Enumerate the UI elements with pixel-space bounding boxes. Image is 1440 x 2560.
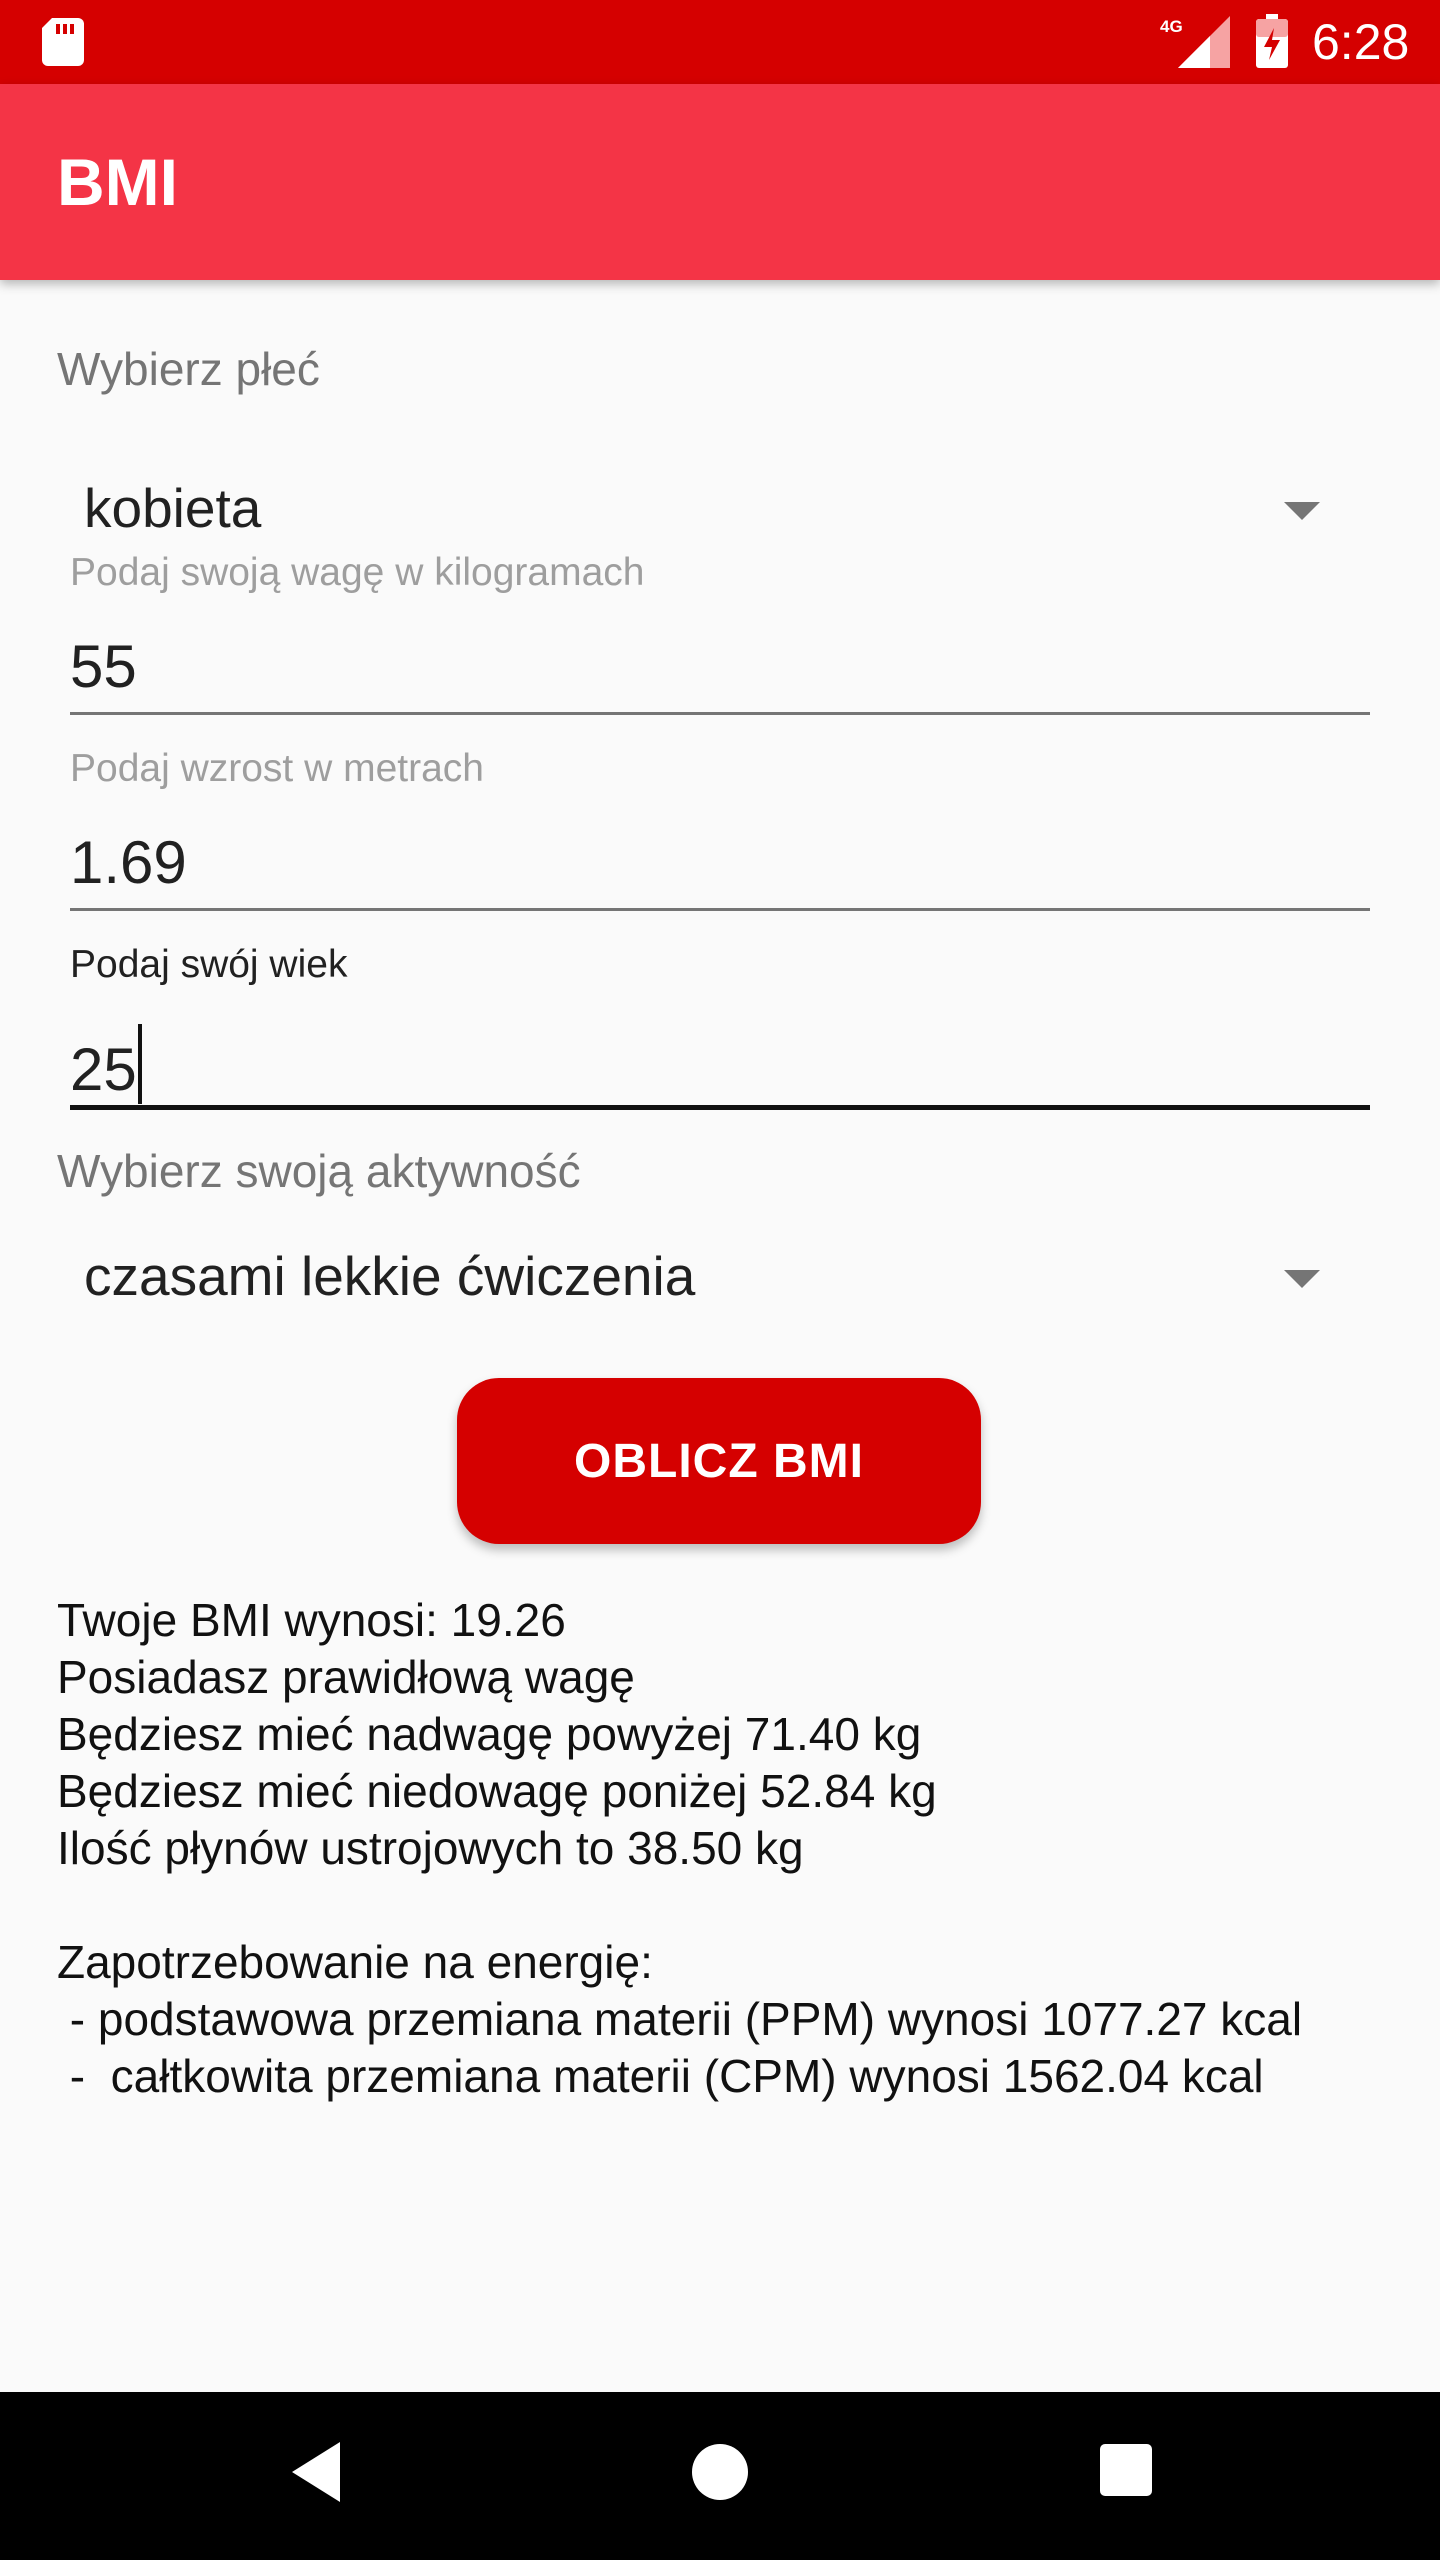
result-line: Będziesz mieć nadwagę powyżej 71.40 kg: [57, 1708, 922, 1760]
result-line: - całtkowita przemiana materii (CPM) wyn…: [57, 2050, 1264, 2102]
result-line: Zapotrzebowanie na energię:: [57, 1936, 653, 1988]
status-bar: 4G 6:28: [0, 0, 1440, 84]
height-label: Podaj wzrost w metrach: [70, 747, 484, 790]
age-field: Podaj swój wiek 25: [70, 942, 1370, 1112]
age-underline: [70, 1105, 1370, 1110]
height-field: Podaj wzrost w metrach 1.69: [70, 746, 1370, 916]
sd-card-icon: [42, 18, 84, 66]
activity-label: Wybierz swoją aktywność: [57, 1145, 581, 1197]
dropdown-arrow-icon: [1284, 1270, 1320, 1288]
weight-field: Podaj swoją wagę w kilogramach 55: [70, 550, 1370, 720]
home-icon[interactable]: [692, 2444, 748, 2500]
clock: 6:28: [1312, 14, 1410, 70]
recents-icon[interactable]: [1100, 2444, 1152, 2496]
result-line: Posiadasz prawidłową wagę: [57, 1651, 635, 1703]
activity-spinner[interactable]: czasami lekkie ćwiczenia: [57, 1230, 1347, 1320]
weight-input[interactable]: 55: [70, 632, 1370, 702]
network-label: 4G: [1160, 17, 1183, 36]
gender-value: kobieta: [84, 477, 262, 539]
text-cursor: [137, 1024, 142, 1104]
app-bar: BMI: [0, 84, 1440, 280]
signal-4g-icon: 4G: [1160, 16, 1230, 68]
height-input[interactable]: 1.69: [70, 828, 1370, 898]
height-underline: [70, 908, 1370, 911]
gender-spinner[interactable]: kobieta: [57, 462, 1347, 552]
back-icon[interactable]: [288, 2440, 344, 2504]
dropdown-arrow-icon: [1284, 502, 1320, 520]
navigation-bar: [0, 2392, 1440, 2560]
activity-value: czasami lekkie ćwiczenia: [84, 1245, 696, 1307]
calculate-bmi-button[interactable]: OBLICZ BMI: [457, 1378, 981, 1544]
age-value: 25: [70, 1036, 137, 1103]
battery-charging-icon: [1256, 14, 1288, 68]
result-line: - podstawowa przemiana materii (PPM) wyn…: [57, 1993, 1303, 2045]
app-title: BMI: [57, 145, 178, 219]
weight-label: Podaj swoją wagę w kilogramach: [70, 551, 645, 594]
result-line: Ilość płynów ustrojowych to 38.50 kg: [57, 1822, 804, 1874]
age-label: Podaj swój wiek: [70, 943, 348, 986]
result-line: Twoje BMI wynosi: 19.26: [57, 1594, 566, 1646]
results-text: Twoje BMI wynosi: 19.26 Posiadasz prawid…: [57, 1592, 1397, 2105]
age-input[interactable]: 25: [70, 1024, 1370, 1105]
weight-underline: [70, 712, 1370, 715]
result-line: [57, 1877, 1397, 1934]
result-line: Będziesz mieć niedowagę poniżej 52.84 kg: [57, 1765, 937, 1817]
gender-label: Wybierz płeć: [57, 343, 320, 395]
